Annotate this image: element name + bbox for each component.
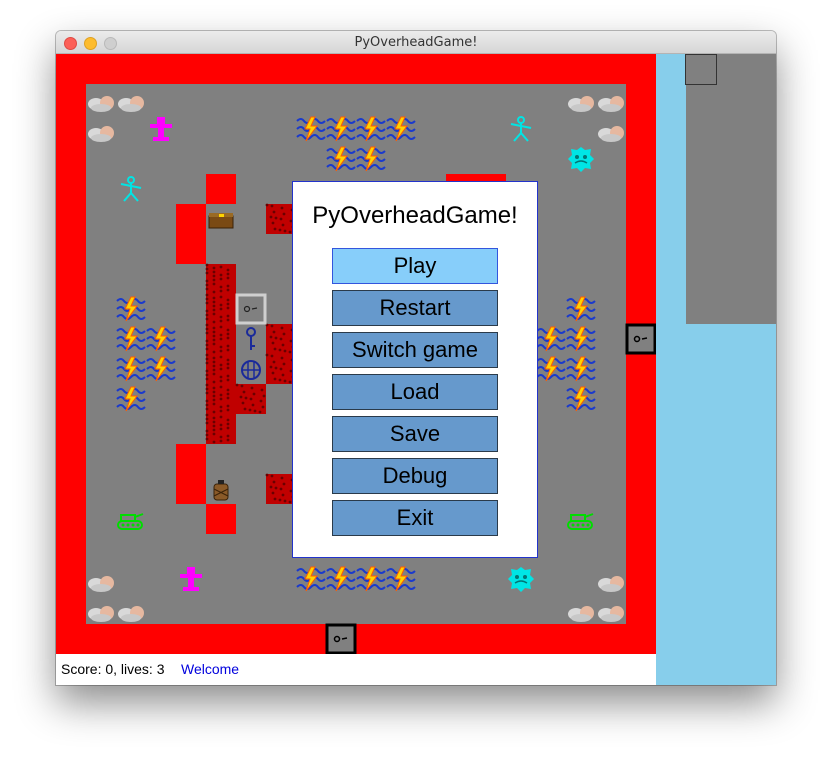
lava-tile xyxy=(205,293,236,324)
play-button[interactable]: Play xyxy=(332,248,498,284)
water-lightning-icon xyxy=(116,354,146,384)
lava-tile xyxy=(205,263,236,294)
exit-button[interactable]: Exit xyxy=(332,500,498,536)
side-panel xyxy=(656,54,776,685)
water-lightning-icon xyxy=(146,354,176,384)
lava-tile xyxy=(205,323,236,354)
treasure-chest-icon xyxy=(208,213,234,229)
main-menu-dialog: PyOverheadGame! Play Restart Switch game… xyxy=(292,181,538,558)
status-message: Welcome xyxy=(181,661,240,677)
water-lightning-icon xyxy=(566,354,596,384)
ghost-enemy-icon xyxy=(508,567,534,592)
minimap-cursor xyxy=(685,54,717,85)
water-lightning-icon xyxy=(536,354,566,384)
lava-tile xyxy=(205,383,236,414)
red-wall-tile xyxy=(176,234,206,264)
water-lightning-icon xyxy=(326,564,356,594)
load-button[interactable]: Load xyxy=(332,374,498,410)
water-lightning-icon xyxy=(326,114,356,144)
water-lightning-icon xyxy=(146,324,176,354)
locked-door-icon xyxy=(325,623,357,655)
lava-tile xyxy=(205,353,236,384)
window-title: PyOverheadGame! xyxy=(354,35,478,50)
locked-door-icon xyxy=(625,323,657,355)
red-wall-tile xyxy=(206,174,236,204)
water-lightning-icon xyxy=(296,114,326,144)
restart-button[interactable]: Restart xyxy=(332,290,498,326)
switch-game-button[interactable]: Switch game xyxy=(332,332,498,368)
water-lightning-icon xyxy=(116,324,146,354)
water-lightning-icon xyxy=(386,564,416,594)
water-lightning-icon xyxy=(566,324,596,354)
lava-tile xyxy=(235,383,266,414)
red-wall-tile xyxy=(206,504,236,534)
water-lightning-icon xyxy=(116,384,146,414)
red-wall-tile xyxy=(176,474,206,504)
score-lives-text: Score: 0, lives: 3 xyxy=(61,661,165,677)
window-content: Score: 0, lives: 3 Welcome PyOverheadGam… xyxy=(56,54,776,685)
menu-title: PyOverheadGame! xyxy=(312,202,518,229)
water-lightning-icon xyxy=(566,294,596,324)
red-wall-tile xyxy=(176,444,206,474)
water-lightning-icon xyxy=(326,144,356,174)
water-lightning-icon xyxy=(116,294,146,324)
water-lightning-icon xyxy=(356,564,386,594)
water-lightning-icon xyxy=(386,114,416,144)
locked-door-icon xyxy=(235,293,267,325)
water-lightning-icon xyxy=(536,324,566,354)
water-lightning-icon xyxy=(356,144,386,174)
ghost-enemy-icon xyxy=(568,147,594,172)
red-wall-tile xyxy=(176,204,206,234)
debug-button[interactable]: Debug xyxy=(332,458,498,494)
title-bar: PyOverheadGame! xyxy=(56,31,776,54)
water-lightning-icon xyxy=(296,564,326,594)
status-bar: Score: 0, lives: 3 Welcome xyxy=(56,654,656,685)
save-button[interactable]: Save xyxy=(332,416,498,452)
water-lightning-icon xyxy=(566,384,596,414)
game-window: PyOverheadGame! Score: 0, lives: 3 Welco… xyxy=(56,31,776,685)
minimap-area xyxy=(686,54,776,324)
water-lightning-icon xyxy=(356,114,386,144)
lava-tile xyxy=(205,413,236,444)
